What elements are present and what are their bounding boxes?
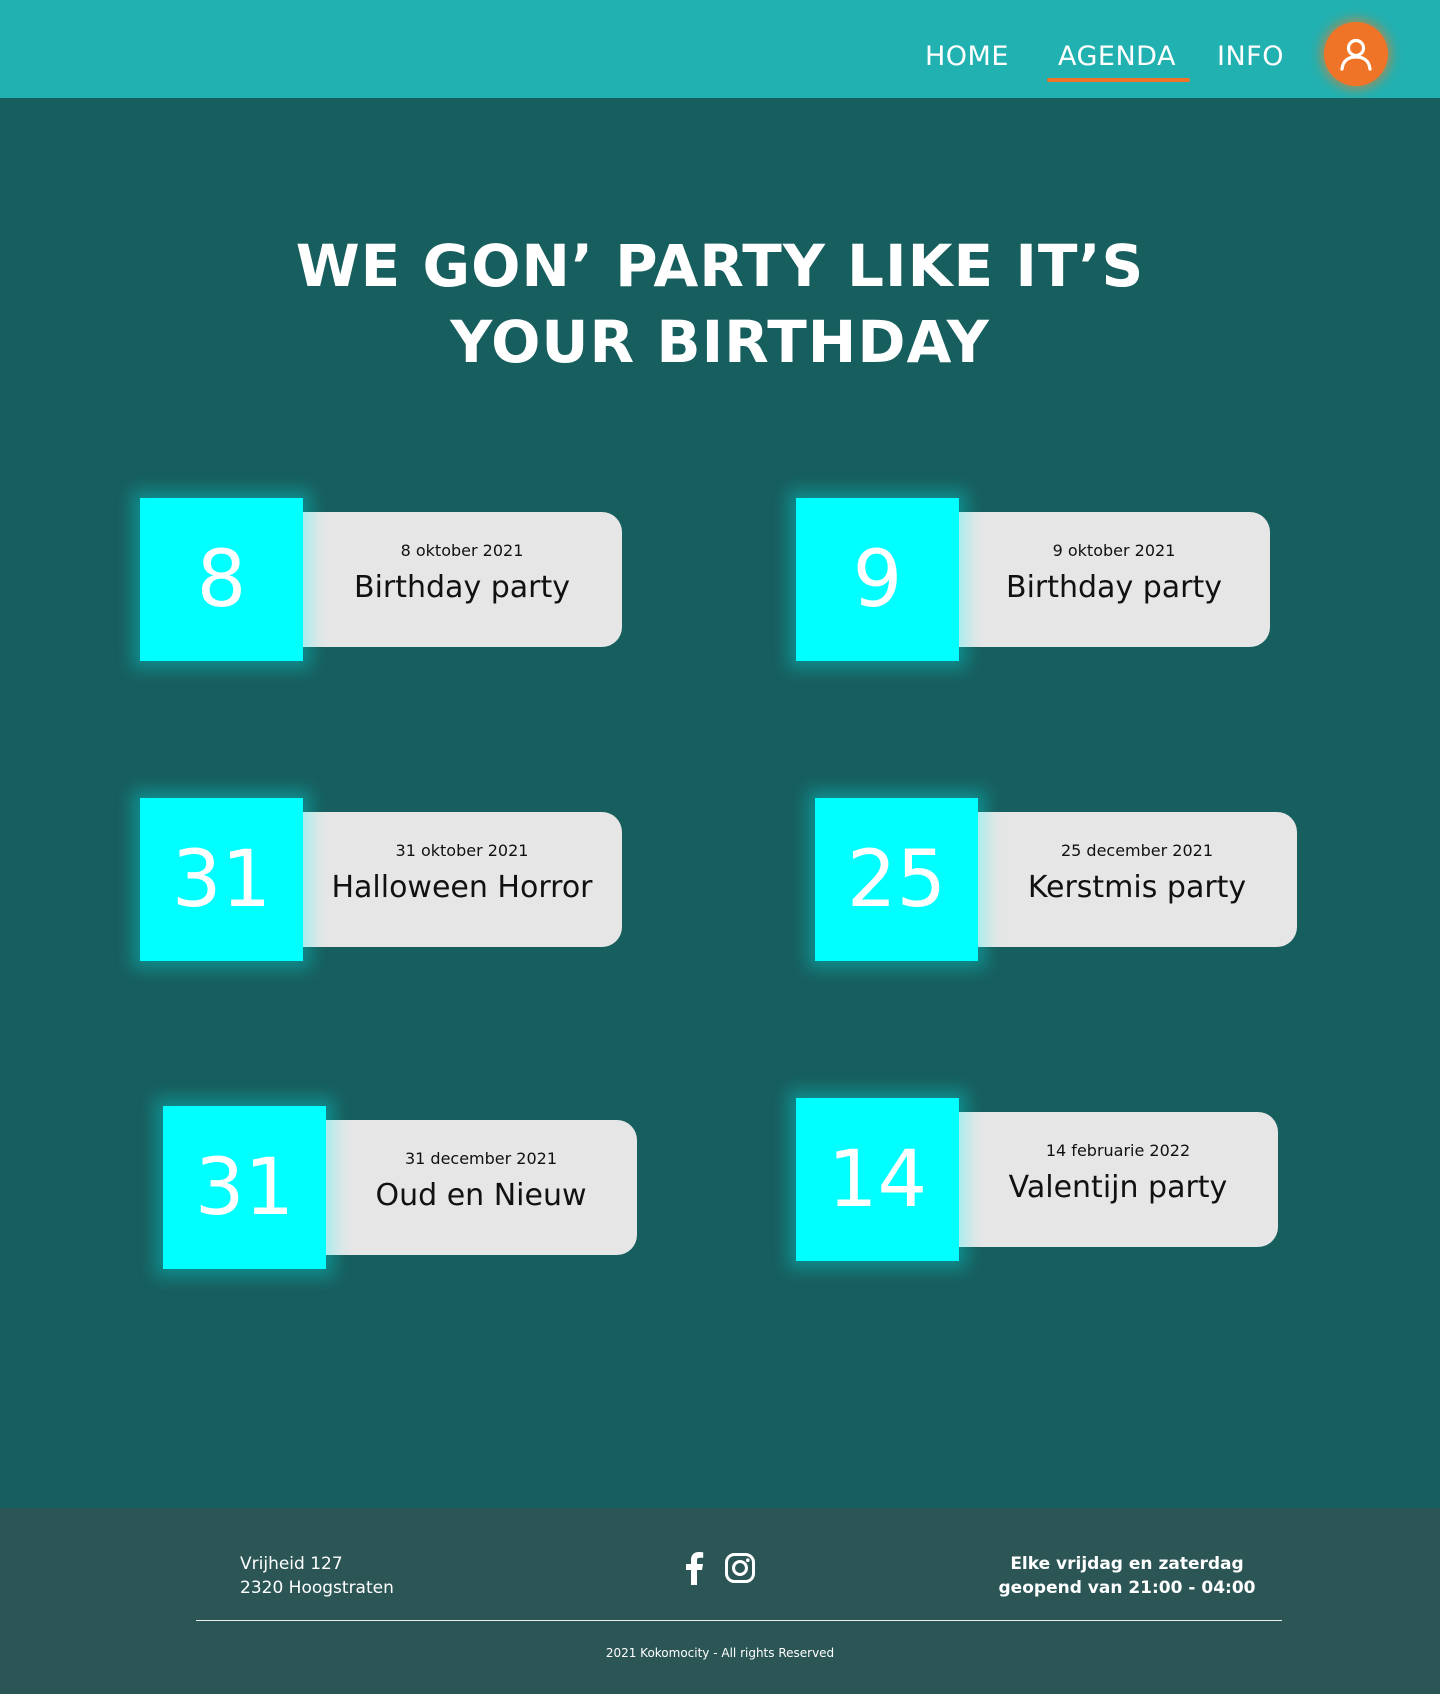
event-date: 9 oktober 2021 [1052,541,1176,560]
site-footer: Vrijheid 127 2320 Hoogstraten Elke vrijd… [0,1508,1440,1694]
event-day-box: 14 [796,1098,959,1261]
event-date: 31 december 2021 [404,1149,558,1168]
event-info-panel: 31 december 2021 Oud en Nieuw [325,1120,637,1255]
event-info-panel: 31 oktober 2021 Halloween Horror [302,812,622,947]
event-day-number: 14 [827,1134,928,1225]
nav-active-underline [1047,78,1190,82]
event-day-number: 31 [171,834,272,925]
address-street: Vrijheid 127 [240,1554,343,1574]
event-day-number: 25 [846,834,947,925]
event-day-box: 9 [796,498,959,661]
page-title-line-2: YOUR BIRTHDAY [450,308,990,376]
instagram-icon [725,1553,755,1583]
footer-address: Vrijheid 127 2320 Hoogstraten [240,1552,394,1600]
event-name: Oud en Nieuw [375,1178,587,1213]
top-nav-bar: HOME AGENDA INFO [0,0,1440,98]
event-name: Birthday party [1005,570,1223,605]
copyright-text: 2021 Kokomocity - All rights Reserved [605,1646,835,1660]
event-date: 25 december 2021 [1060,841,1214,860]
event-name: Valentijn party [1008,1170,1228,1205]
event-day-number: 31 [194,1142,295,1233]
event-day-box: 8 [140,498,303,661]
opening-days: Elke vrijdag en zaterdag [1010,1554,1244,1574]
footer-divider [196,1620,1282,1621]
event-date: 8 oktober 2021 [400,541,524,560]
user-icon [1340,38,1372,71]
event-day-number: 9 [852,534,903,625]
event-name: Birthday party [353,570,571,605]
facebook-link[interactable] [676,1550,712,1586]
nav-agenda-link[interactable]: AGENDA [1058,38,1176,76]
account-button[interactable] [1324,22,1388,86]
event-day-box: 25 [815,798,978,961]
instagram-link[interactable] [722,1550,758,1586]
page-title-line-1: WE GON’ PARTY LIKE IT’S [295,232,1145,300]
facebook-icon [686,1552,704,1585]
nav-home-link[interactable]: HOME [925,38,1009,76]
event-info-panel: 8 oktober 2021 Birthday party [302,512,622,647]
event-day-box: 31 [140,798,303,961]
event-day-box: 31 [163,1106,326,1269]
opening-times: geopend van 21:00 - 04:00 [998,1578,1256,1598]
event-date: 31 oktober 2021 [395,841,529,860]
event-info-panel: 9 oktober 2021 Birthday party [958,512,1270,647]
event-name: Halloween Horror [331,870,593,905]
event-name: Kerstmis party [1027,870,1247,905]
nav-info-link[interactable]: INFO [1217,38,1284,76]
event-info-panel: 14 februarie 2022 Valentijn party [958,1112,1278,1247]
page-title: WE GON’ PARTY LIKE IT’S YOUR BIRTHDAY [0,228,1440,380]
opening-hours: Elke vrijdag en zaterdag geopend van 21:… [960,1552,1294,1600]
event-info-panel: 25 december 2021 Kerstmis party [977,812,1297,947]
address-city: 2320 Hoogstraten [240,1578,394,1598]
event-day-number: 8 [196,534,247,625]
event-date: 14 februarie 2022 [1045,1141,1191,1160]
